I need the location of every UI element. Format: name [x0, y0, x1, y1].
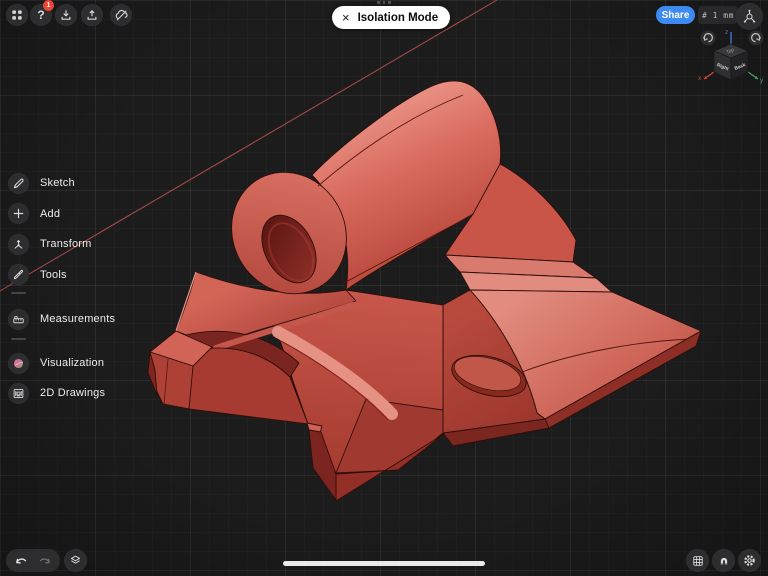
cloud-offline-button[interactable]	[110, 4, 132, 26]
import-icon	[59, 8, 73, 22]
sidebar-label: Transform	[40, 238, 92, 250]
home-indicator[interactable]	[283, 561, 485, 566]
rotate-right-button[interactable]	[749, 31, 764, 46]
grid-size-indicator[interactable]: # 1 mm	[698, 6, 738, 24]
x-axis-label: x	[698, 75, 702, 82]
layers-icon	[68, 553, 83, 568]
tools-icon	[12, 268, 25, 281]
import-button[interactable]	[55, 4, 77, 26]
drawings-icon	[12, 387, 25, 400]
orientation-gizmo-icon	[741, 8, 758, 25]
sidebar-item-visualization[interactable]: Visualization	[8, 348, 104, 378]
cad-app-window: { "header": { "isolation_mode": { "label…	[0, 0, 768, 576]
share-button[interactable]: Share	[656, 6, 695, 24]
transform-icon	[12, 238, 25, 251]
cloud-offline-icon	[114, 8, 129, 23]
undo-redo-group	[6, 549, 60, 572]
sidebar-item-sketch[interactable]: Sketch	[8, 168, 75, 198]
snap-magnet-icon	[717, 554, 731, 568]
sidebar-label: Visualization	[40, 357, 104, 369]
rotate-left-button[interactable]	[701, 31, 716, 46]
plus-icon	[12, 207, 25, 220]
visualization-icon	[12, 357, 25, 370]
sidebar-divider	[11, 292, 26, 294]
sidebar-item-tools[interactable]: Tools	[8, 260, 67, 290]
sketch-pencil-icon	[12, 177, 25, 190]
sidebar-label: 2D Drawings	[40, 387, 105, 399]
layers-button[interactable]	[64, 549, 87, 572]
apps-grid-button[interactable]	[6, 4, 28, 26]
notification-badge: 1	[43, 0, 54, 11]
undo-button[interactable]	[13, 553, 29, 569]
export-button[interactable]	[81, 4, 103, 26]
sidebar-item-measurements[interactable]: Measurements	[8, 304, 115, 334]
isolation-mode-pill[interactable]: × Isolation Mode	[332, 6, 450, 29]
render-mode-button[interactable]	[686, 549, 709, 572]
settings-icon	[742, 553, 757, 568]
measurements-icon	[12, 313, 25, 326]
y-axis-label: y	[760, 77, 764, 84]
sidebar-label: Tools	[40, 269, 67, 281]
settings-button[interactable]	[738, 549, 761, 572]
model-body[interactable]	[148, 81, 701, 501]
snap-magnet-button[interactable]	[712, 549, 735, 572]
sidebar-item-2d-drawings[interactable]: 2D Drawings	[8, 378, 105, 408]
sidebar-item-transform[interactable]: Transform	[8, 229, 92, 259]
isolation-mode-label: Isolation Mode	[358, 12, 439, 24]
sidebar-label: Add	[40, 208, 60, 220]
sidebar-item-add[interactable]: Add	[8, 199, 60, 229]
drag-handle-icon[interactable]	[377, 1, 391, 4]
redo-button[interactable]	[37, 553, 53, 569]
z-axis-label: z	[725, 29, 728, 36]
sidebar-label: Measurements	[40, 313, 115, 325]
help-icon: ?	[37, 9, 44, 21]
export-icon	[85, 8, 99, 22]
render-box-icon	[691, 554, 705, 568]
apps-grid-icon	[10, 8, 24, 22]
model-viewport	[0, 0, 768, 576]
sidebar-divider	[11, 338, 26, 340]
sidebar-label: Sketch	[40, 177, 75, 189]
close-icon[interactable]: ×	[342, 11, 350, 24]
view-cube-widget: z x y Top Right Back	[694, 24, 768, 88]
